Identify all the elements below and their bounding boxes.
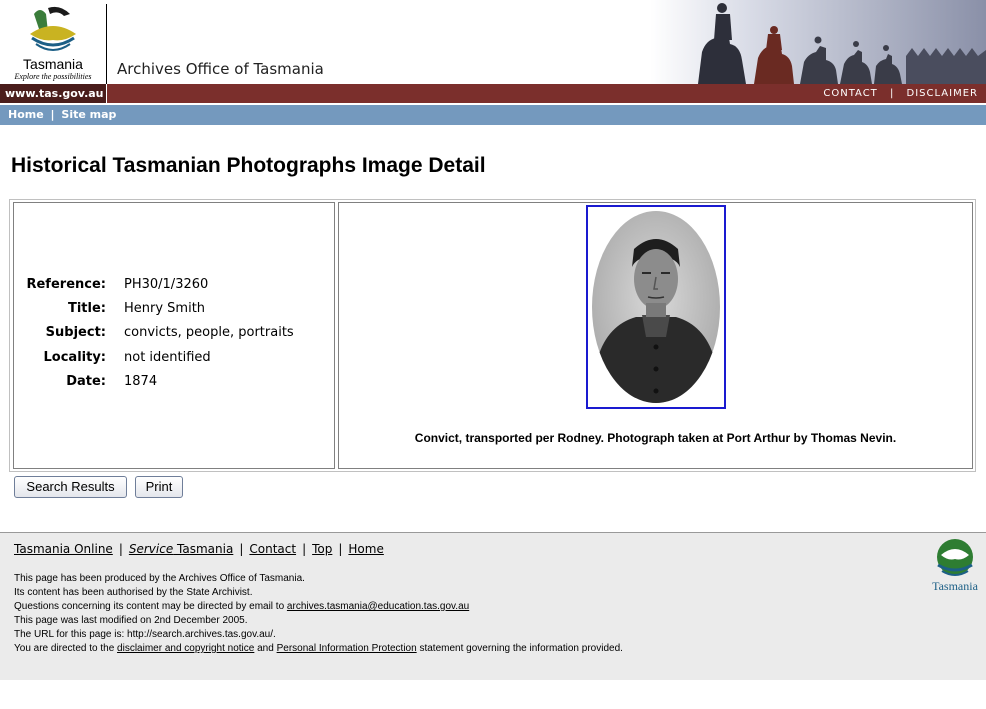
utility-links: CONTACT | DISCLAIMER xyxy=(823,84,978,103)
title-value: Henry Smith xyxy=(124,301,206,316)
disclaimer-link[interactable]: DISCLAIMER xyxy=(907,88,978,99)
convict-portrait-image[interactable] xyxy=(586,205,726,409)
footer-tasmania-logo[interactable]: Tasmania xyxy=(926,539,984,595)
title-label: Title: xyxy=(67,301,106,316)
portrait-photo xyxy=(588,207,724,407)
locality-value: not identified xyxy=(124,350,211,365)
questions-text: Questions concerning its content may be … xyxy=(14,601,287,612)
contact-link[interactable]: CONTACT xyxy=(823,88,877,99)
disclaimer-copyright-link[interactable]: disclaimer and copyright notice xyxy=(117,643,254,654)
directed-prefix-text: You are directed to the xyxy=(14,643,118,654)
site-footer: Tasmania Online | Service Tasmania | Contact… xyxy=(0,532,986,680)
subject-label: Subject: xyxy=(45,325,106,340)
subject-value: convicts, people, portraits xyxy=(124,325,294,340)
metadata-row-reference: Reference: PH30/1/3260 xyxy=(14,277,334,297)
metadata-row-locality: Locality: not identified xyxy=(14,350,334,370)
nav-separator: | xyxy=(50,108,55,121)
utility-link-separator: | xyxy=(889,88,895,99)
reference-label: Reference: xyxy=(26,277,106,292)
logo-tagline: Explore the possibilities xyxy=(14,72,92,81)
horsemen-banner-image xyxy=(650,0,986,84)
utility-bar-divider xyxy=(106,84,107,103)
footer-top-link[interactable]: Top xyxy=(312,542,332,556)
site-name: Archives Office of Tasmania xyxy=(117,60,324,78)
image-detail-table: Reference: PH30/1/3260 Title: Henry Smit… xyxy=(9,199,976,472)
print-button[interactable]: Print xyxy=(135,476,183,498)
footer-url-line: The URL for this page is: http://search.… xyxy=(14,629,276,640)
logo-wordmark: Tasmania xyxy=(23,56,83,72)
footer-directed-line: You are directed to the disclaimer and c… xyxy=(14,642,914,656)
footer-links: Tasmania Online | Service Tasmania | Contact… xyxy=(14,542,384,556)
date-label: Date: xyxy=(66,374,106,389)
footer-link-separator: | xyxy=(239,542,244,556)
nav-sitemap-link[interactable]: Site map xyxy=(61,108,116,121)
reference-value: PH30/1/3260 xyxy=(124,277,209,292)
image-caption: Convict, transported per Rodney. Photogr… xyxy=(414,431,897,445)
and-text: and xyxy=(254,643,277,654)
footer-contact-link[interactable]: Contact xyxy=(249,542,296,556)
service-italic-text: Service xyxy=(128,542,174,556)
record-metadata-panel: Reference: PH30/1/3260 Title: Henry Smit… xyxy=(13,202,335,469)
tasmania-logo-icon xyxy=(30,6,76,51)
nav-home-link[interactable]: Home xyxy=(8,108,44,121)
footer-tasmania-logo-icon xyxy=(937,539,973,576)
header-divider xyxy=(106,4,107,84)
metadata-row-subject: Subject: convicts, people, portraits xyxy=(14,325,334,345)
personal-information-protection-link[interactable]: Personal Information Protection xyxy=(277,643,417,654)
top-utility-bar: www.tas.gov.au CONTACT | DISCLAIMER xyxy=(0,84,986,103)
date-value: 1874 xyxy=(124,374,158,389)
image-panel: Convict, transported per Rodney. Photogr… xyxy=(338,202,973,469)
footer-link-separator: | xyxy=(118,542,123,556)
footer-home-link[interactable]: Home xyxy=(348,542,383,556)
page-title: Historical Tasmanian Photographs Image D… xyxy=(11,154,486,177)
footer-questions-line: Questions concerning its content may be … xyxy=(14,600,914,614)
tas-gov-url-link[interactable]: www.tas.gov.au xyxy=(0,84,106,103)
footer-link-separator: | xyxy=(302,542,307,556)
footer-produced-line: This page has been produced by the Archi… xyxy=(14,573,305,584)
locality-label: Locality: xyxy=(43,350,107,365)
site-header: Tasmania Explore the possibilities Archi… xyxy=(0,0,986,84)
footer-modified-line: This page was last modified on 2nd Decem… xyxy=(14,615,248,626)
footer-notice: This page has been produced by the Archi… xyxy=(14,572,914,656)
search-results-button[interactable]: Search Results xyxy=(14,476,127,498)
metadata-row-date: Date: 1874 xyxy=(14,374,334,394)
footer-link-separator: | xyxy=(338,542,343,556)
footer-authorised-line: Its content has been authorised by the S… xyxy=(14,587,253,598)
directed-suffix-text: statement governing the information prov… xyxy=(416,643,623,654)
footer-service-tasmania-link[interactable]: Service Tasmania xyxy=(129,542,233,556)
metadata-row-title: Title: Henry Smith xyxy=(14,301,334,321)
archives-email-link[interactable]: archives.tasmania@education.tas.gov.au xyxy=(287,601,469,612)
footer-tasmania-online-link[interactable]: Tasmania Online xyxy=(14,542,113,556)
service-tasmania-text: Tasmania xyxy=(173,542,234,556)
breadcrumb-nav: Home | Site map xyxy=(0,105,986,125)
footer-logo-wordmark: Tasmania xyxy=(932,579,978,593)
tasmania-logo[interactable]: Tasmania Explore the possibilities xyxy=(4,4,102,84)
